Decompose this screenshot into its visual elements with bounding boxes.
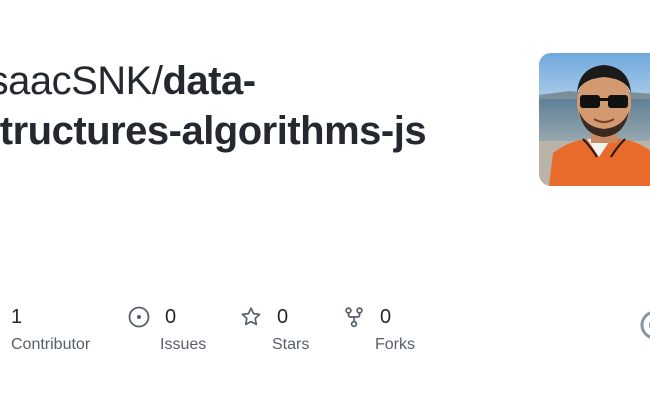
star-icon [240,306,262,328]
repo-title[interactable]: IsaacSNK/data- structures-algorithms-js [0,56,478,156]
repo-name-line-1[interactable]: data- [162,59,256,103]
repo-social-card: IsaacSNK/data- structures-algorithms-js [0,0,650,400]
stat-forks[interactable]: 0 Forks [343,302,415,354]
repo-owner[interactable]: IsaacSNK/ [0,59,163,103]
avatar-photo-icon [539,53,650,186]
owner-avatar[interactable] [539,53,650,186]
stars-count: 0 [277,305,289,328]
issues-count: 0 [165,305,177,328]
issues-label: Issues [160,336,207,353]
github-logo-icon [640,310,650,340]
stars-label: Stars [272,336,310,353]
repo-name-line-2[interactable]: structures-algorithms-js [0,109,427,153]
forks-label: Forks [375,336,415,353]
forks-count: 0 [380,305,392,328]
repo-forked-icon [343,306,365,328]
stat-stars[interactable]: 0 Stars [240,302,309,354]
contributors-count: 1 [11,305,23,328]
stat-issues[interactable]: 0 Issues [128,302,206,354]
contributors-label: Contributor [11,336,91,353]
issue-opened-icon [128,306,150,328]
repo-stats: 1 Contributor 0 Issues 0 Stars 0 Forks [0,302,650,362]
stat-contributors[interactable]: 1 Contributor [11,302,90,354]
